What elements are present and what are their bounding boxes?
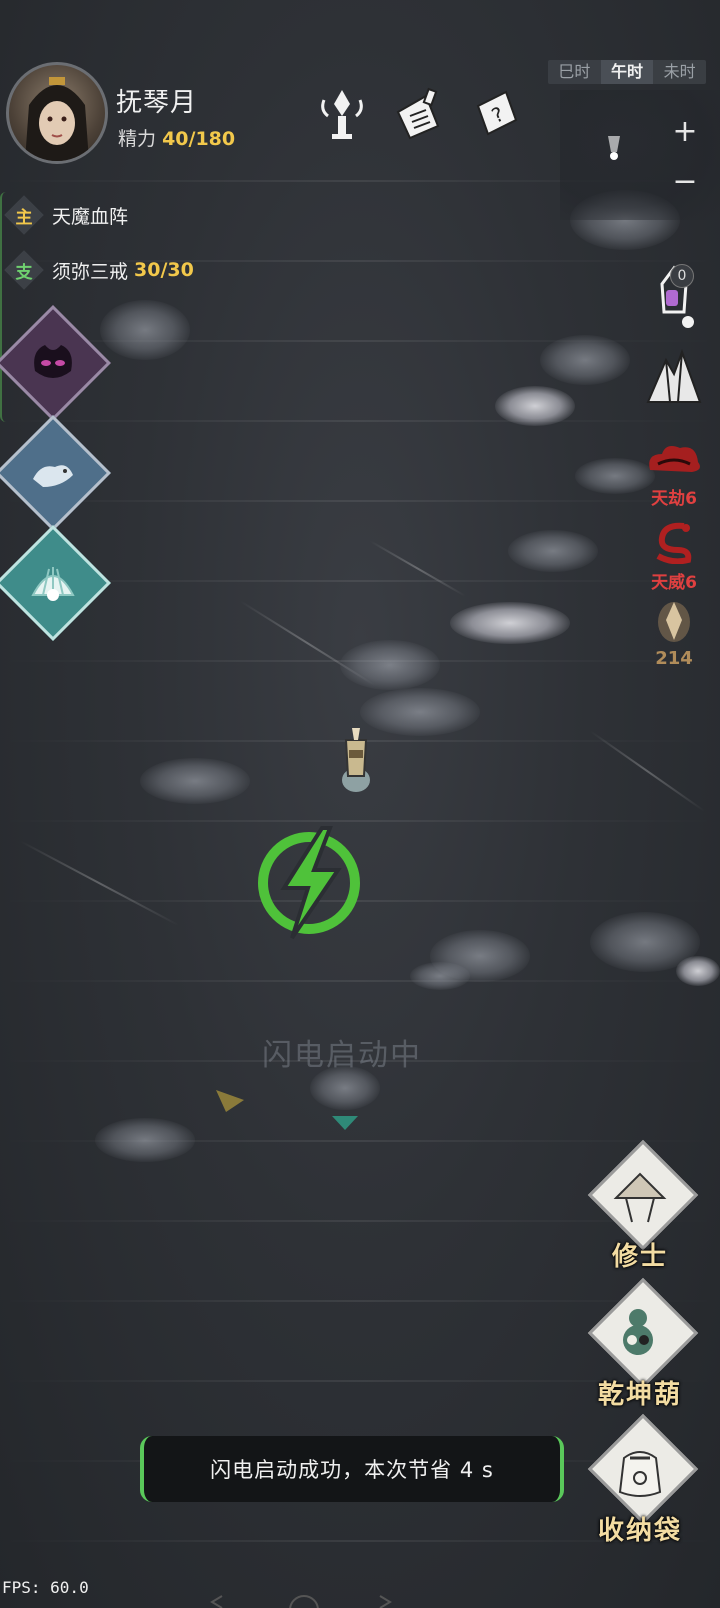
forward-nav-icon[interactable] — [379, 1595, 392, 1608]
time-wu: 午时 — [600, 60, 654, 84]
side-quest[interactable]: 支 须弥三戒 30/30 — [4, 250, 194, 290]
bag-icon — [618, 1451, 662, 1497]
player-marker-icon — [608, 136, 620, 160]
minimap[interactable] — [560, 90, 720, 220]
crystal-count: 214 — [655, 648, 693, 669]
mountain-button[interactable] — [644, 346, 704, 412]
gourd-icon — [623, 1309, 653, 1355]
tianjie-button[interactable]: 天劫6 — [644, 440, 704, 509]
side-quest-tag: 支 — [15, 262, 33, 283]
lightning-boost-button[interactable] — [256, 826, 362, 940]
storage-bag-label: 收纳袋 — [597, 1516, 682, 1546]
home-nav-icon[interactable] — [289, 1595, 319, 1608]
toast-text: 闪电启动成功，本次节省 4 s — [210, 1458, 494, 1482]
mountain-icon — [646, 349, 702, 403]
zoom-in-button[interactable]: + — [670, 114, 700, 149]
spirit-crystal-button[interactable]: 214 — [644, 596, 704, 669]
system-nav-bar — [210, 1595, 392, 1608]
energy-value: 40/180 — [162, 128, 236, 150]
player-name: 抚琴月 — [116, 88, 198, 118]
tianwei-label: 天威6 — [651, 573, 697, 593]
crystal-icon — [658, 602, 690, 642]
main-quest[interactable]: 主 天魔血阵 — [4, 195, 129, 235]
toast-message: 闪电启动成功，本次节省 4 s — [140, 1436, 564, 1502]
portrait-icon — [25, 77, 89, 161]
gourd-button[interactable]: 乾坤葫 — [587, 1277, 699, 1416]
energy-label: 精力 — [118, 128, 157, 150]
cultivator-label: 修士 — [611, 1242, 668, 1272]
tianjie-label: 天劫6 — [651, 489, 697, 509]
talisman-stand-icon[interactable] — [316, 86, 368, 142]
time-wei: 未时 — [663, 62, 696, 81]
storm-cloud-icon — [649, 446, 700, 472]
shell-icon — [31, 567, 75, 601]
teal-marker-icon — [332, 1116, 358, 1130]
gold-marker-icon — [216, 1090, 244, 1112]
loading-text: 闪电启动中 — [262, 1038, 422, 1073]
cultivator-button[interactable]: 修士 — [587, 1139, 699, 1278]
player-avatar[interactable] — [6, 62, 108, 164]
tianwei-button[interactable]: 天威6 — [644, 520, 704, 593]
player-boat[interactable] — [336, 722, 376, 798]
storage-bag-button[interactable]: 收纳袋 — [587, 1413, 699, 1552]
scroll-map-icon[interactable] — [392, 86, 444, 142]
side-quest-text: 须弥三戒 — [52, 260, 129, 283]
gourd-label: 乾坤葫 — [597, 1380, 682, 1410]
lightning-icon — [258, 826, 360, 940]
straw-hat-icon — [613, 1172, 667, 1223]
side-quest-count: 30/30 — [134, 259, 194, 281]
zoom-out-button[interactable]: − — [670, 164, 700, 199]
demon-face-icon — [34, 345, 72, 378]
energy-display: 精力 40/180 — [118, 124, 235, 151]
time-si: 巳时 — [558, 62, 591, 81]
quest-scroll-icon[interactable]: ? — [470, 86, 522, 142]
spirit-beast-icon — [32, 465, 73, 487]
main-quest-tag: 主 — [15, 207, 33, 228]
notification-badge: 0 — [670, 264, 694, 288]
time-of-day-bar: 巳时 午时 未时 — [548, 60, 706, 84]
boat-icon — [342, 728, 370, 792]
dragon-icon — [656, 522, 692, 565]
main-quest-text: 天魔血阵 — [52, 205, 129, 228]
back-nav-icon[interactable] — [210, 1595, 223, 1608]
